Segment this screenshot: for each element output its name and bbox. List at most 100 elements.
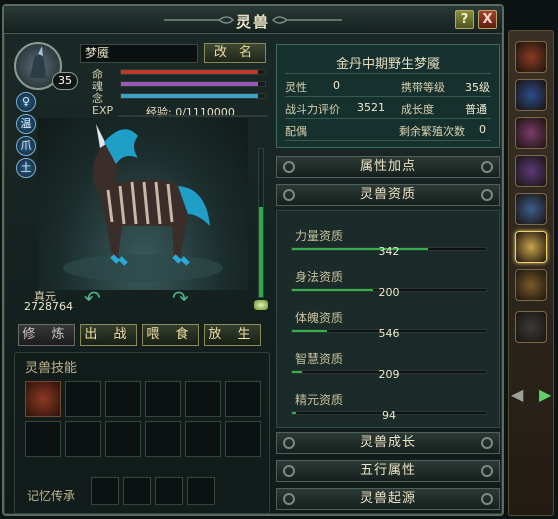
pet-list-slot[interactable] <box>515 269 547 301</box>
aptitude-value: 200 <box>378 286 400 299</box>
aptitude-value: 342 <box>378 245 400 258</box>
exp-label: EXP <box>92 104 114 117</box>
release-button[interactable]: 放 生 <box>204 324 261 346</box>
pet-list-slot[interactable] <box>515 41 547 73</box>
train-button[interactable]: 修 炼 <box>18 324 75 346</box>
strip-prev-icon[interactable]: ◀ <box>511 385 523 404</box>
window-title: 灵兽 <box>235 13 270 31</box>
skill-slot[interactable] <box>185 421 221 457</box>
memory-slot[interactable] <box>123 477 151 505</box>
skill-slot[interactable] <box>225 421 261 457</box>
section-ornament-right-icon <box>481 465 493 477</box>
pet-full-title: 金丹中期野生梦魇 <box>335 57 440 72</box>
section-ornament-right-icon <box>481 161 493 173</box>
stat-bar-fill <box>121 94 258 98</box>
feed-button[interactable]: 喂 食 <box>142 324 199 346</box>
section-elements-label: 五行属性 <box>359 463 416 478</box>
temperament-icon[interactable]: 温 <box>16 114 36 134</box>
aptitude-value: 94 <box>382 409 396 422</box>
aptitude-value: 209 <box>378 368 400 381</box>
skill-slot[interactable] <box>105 421 141 457</box>
section-ornament-left-icon <box>283 465 295 477</box>
memory-slot[interactable] <box>91 477 119 505</box>
stat-bar-fill <box>121 70 258 74</box>
skill-slot[interactable] <box>145 381 181 417</box>
skill-slot[interactable] <box>25 381 61 417</box>
pet-list-slot[interactable] <box>515 231 547 263</box>
pet-list-slot[interactable] <box>515 79 547 111</box>
deploy-button[interactable]: 出 战 <box>80 324 137 346</box>
info-key: 灵性 <box>285 81 307 94</box>
pet-skills-panel: 灵兽技能 记忆传承 <box>14 352 270 514</box>
stat-bar <box>120 81 266 87</box>
help-button[interactable]: ? <box>455 10 474 29</box>
info-key: 战斗力评价 <box>285 103 340 116</box>
pet-zebra-model <box>63 124 223 282</box>
exp-bar <box>118 115 268 117</box>
rotate-right-icon[interactable]: ↷ <box>172 286 189 310</box>
close-button[interactable]: X <box>478 10 497 29</box>
stat-row: 魂 <box>84 80 268 93</box>
aptitude-value: 546 <box>378 327 400 340</box>
info-value: 0 <box>479 123 486 136</box>
section-attr-points-label: 属性加点 <box>359 159 416 174</box>
skill-slot[interactable] <box>25 421 61 457</box>
section-ornament-right-icon <box>481 189 493 201</box>
zoom-slider-knob[interactable] <box>254 300 268 310</box>
stat-row: 念 <box>84 92 268 105</box>
pet-model-viewport[interactable] <box>38 118 248 290</box>
aptitude-panel: 力量资质 342 身法资质 200 体魄资质 546 智慧资质 209 精元资质 94 <box>276 210 500 428</box>
skill-slot[interactable] <box>105 381 141 417</box>
section-ornament-left-icon <box>283 493 295 505</box>
zoom-slider-track[interactable] <box>258 148 264 298</box>
section-aptitude-label: 灵兽资质 <box>359 187 416 202</box>
info-value: 普通 <box>465 103 487 116</box>
info-value: 3521 <box>357 101 385 114</box>
aptitude-label: 身法资质 <box>295 270 344 284</box>
pet-list-slot[interactable] <box>515 193 547 225</box>
memory-inherit-label: 记忆传承 <box>27 489 76 503</box>
skill-slot[interactable] <box>65 381 101 417</box>
info-key: 配偶 <box>285 125 307 138</box>
skill-slot[interactable] <box>185 381 221 417</box>
element-icon[interactable]: 土 <box>16 158 36 178</box>
pet-list-slot[interactable] <box>515 311 547 343</box>
aptitude-label: 智慧资质 <box>295 352 344 366</box>
section-origin[interactable]: 灵兽起源 <box>276 488 500 510</box>
section-growth[interactable]: 灵兽成长 <box>276 432 500 454</box>
section-ornament-left-icon <box>283 437 295 449</box>
section-growth-label: 灵兽成长 <box>359 435 416 450</box>
rename-button[interactable]: 改 名 <box>204 43 266 63</box>
aptitude-label: 精元资质 <box>295 393 344 407</box>
title-bar[interactable]: 灵兽 ? X <box>4 6 502 34</box>
pet-list-slot[interactable] <box>515 155 547 187</box>
info-key: 剩余繁殖次数 <box>399 125 465 138</box>
pet-name-field: 梦魇 <box>80 44 198 63</box>
section-ornament-left-icon <box>283 161 295 173</box>
info-divider <box>285 96 491 97</box>
rotate-left-icon[interactable]: ↶ <box>84 286 101 310</box>
pet-list-slot[interactable] <box>515 117 547 149</box>
section-ornament-right-icon <box>481 437 493 449</box>
gender-icon[interactable]: ♀ <box>16 92 36 112</box>
strip-next-icon[interactable]: ▶ <box>539 385 551 404</box>
info-value: 35级 <box>465 81 490 94</box>
skills-title: 灵兽技能 <box>25 361 78 376</box>
paw-icon[interactable]: 爪 <box>16 136 36 156</box>
pet-level-badge: 35 <box>52 72 78 90</box>
skill-slot[interactable] <box>65 421 101 457</box>
section-origin-label: 灵兽起源 <box>359 491 416 506</box>
section-aptitude[interactable]: 灵兽资质 <box>276 184 500 206</box>
section-ornament-right-icon <box>481 493 493 505</box>
zhenyuan-value: 2728764 <box>24 300 73 313</box>
info-divider <box>285 118 491 119</box>
pet-list-strip: ◀ ▶ <box>508 30 554 516</box>
section-elements[interactable]: 五行属性 <box>276 460 500 482</box>
skill-slot[interactable] <box>225 381 261 417</box>
section-attr-points[interactable]: 属性加点 <box>276 156 500 178</box>
info-divider <box>285 73 491 74</box>
memory-slot[interactable] <box>155 477 183 505</box>
zoom-slider-fill <box>259 207 263 297</box>
skill-slot[interactable] <box>145 421 181 457</box>
memory-slot[interactable] <box>187 477 215 505</box>
